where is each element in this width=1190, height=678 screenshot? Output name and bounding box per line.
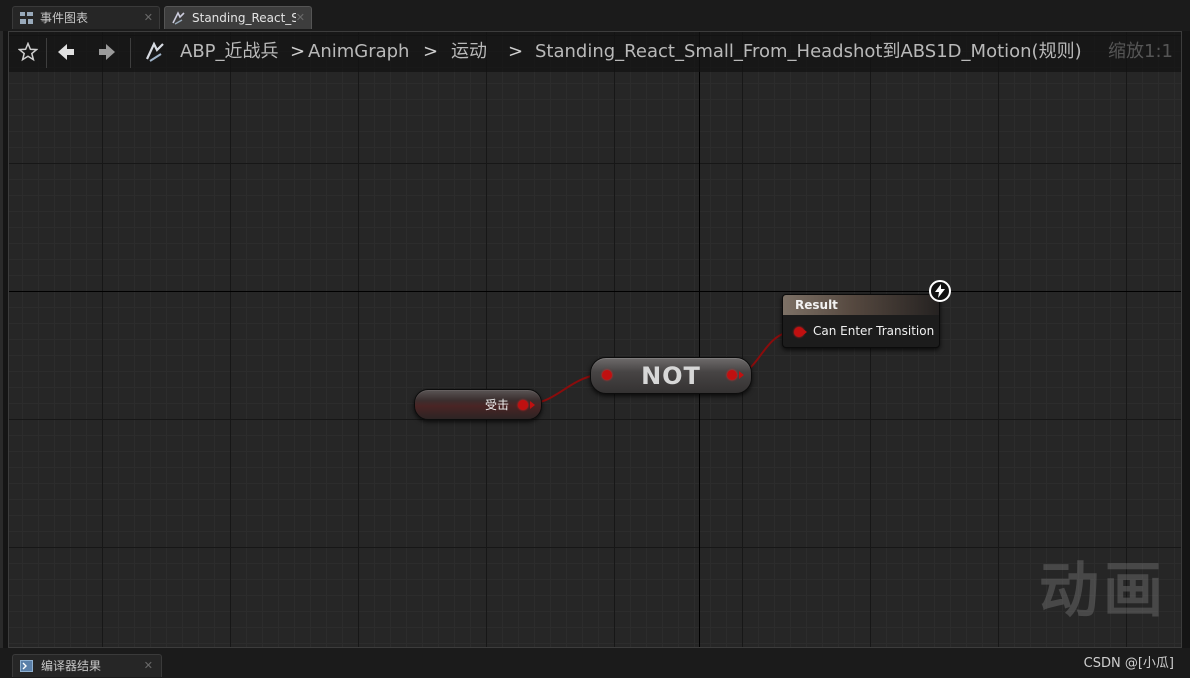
close-icon[interactable]: ✕ xyxy=(296,7,305,29)
lightning-bolt-icon xyxy=(929,280,951,302)
tab-event-graph[interactable]: 事件图表 ✕ xyxy=(12,6,160,29)
breadcrumb-item-animgraph[interactable]: AnimGraph xyxy=(308,32,409,72)
tab-label: Standing_React_Sr xyxy=(192,11,296,25)
tab-transition-rule[interactable]: Standing_React_Sr ✕ xyxy=(164,6,312,29)
compiler-results-icon xyxy=(20,660,33,672)
bottom-tab-strip: 编译器结果 ✕ CSDN @[小瓜] xyxy=(0,648,1190,678)
back-arrow-icon[interactable] xyxy=(51,32,81,72)
result-node-header: Result xyxy=(783,295,939,315)
graph-editor-panel[interactable]: ABP_近战兵 > AnimGraph > 运动 > Standing_Reac… xyxy=(8,31,1182,648)
close-icon[interactable]: ✕ xyxy=(144,7,153,29)
pin-arrow-icon xyxy=(802,328,807,336)
tab-label: 编译器结果 xyxy=(41,659,102,673)
graph-type-watermark: 动画 xyxy=(1039,556,1167,626)
breadcrumb: ABP_近战兵 > AnimGraph > 运动 > Standing_Reac… xyxy=(9,32,1181,72)
graph-origin-vertical xyxy=(699,32,700,647)
output-bool-pin[interactable] xyxy=(727,370,737,380)
breadcrumb-separator: > xyxy=(423,41,439,62)
breadcrumb-separator: > xyxy=(290,41,306,62)
event-graph-icon xyxy=(20,12,33,24)
breadcrumb-item-state-machine[interactable]: 运动 xyxy=(451,32,487,72)
output-bool-pin[interactable] xyxy=(518,400,528,410)
divider xyxy=(46,38,47,68)
variable-name: 受击 xyxy=(485,398,510,412)
get-variable-node[interactable]: 受击 xyxy=(414,389,542,420)
result-node[interactable]: Result Can Enter Transition xyxy=(782,294,940,348)
graph-origin-horizontal xyxy=(9,291,1181,292)
pin-arrow-icon xyxy=(739,371,744,379)
tab-compiler-results[interactable]: 编译器结果 ✕ xyxy=(12,654,162,677)
left-edge xyxy=(0,31,3,648)
document-tab-strip: 事件图表 ✕ Standing_React_Sr ✕ xyxy=(0,0,1190,31)
graph-grid[interactable] xyxy=(9,32,1181,647)
star-icon[interactable] xyxy=(13,32,43,72)
forward-arrow-icon[interactable] xyxy=(92,32,122,72)
not-boolean-node[interactable]: NOT xyxy=(590,357,752,394)
breadcrumb-item-transition-rule: Standing_React_Small_From_Headshot到ABS1D… xyxy=(535,41,1082,62)
zoom-level: 缩放1:1 xyxy=(1108,41,1173,62)
tab-label: 事件图表 xyxy=(40,11,89,25)
close-icon[interactable]: ✕ xyxy=(144,655,153,677)
pin-label: Can Enter Transition xyxy=(813,324,935,338)
pin-arrow-icon xyxy=(530,401,535,409)
breadcrumb-item-blueprint[interactable]: ABP_近战兵 xyxy=(180,32,279,72)
divider xyxy=(130,38,131,68)
credit-text: CSDN @[小瓜] xyxy=(1083,656,1174,671)
breadcrumb-separator: > xyxy=(508,41,524,62)
transition-rule-icon xyxy=(172,11,185,25)
transition-rule-icon xyxy=(140,32,170,72)
